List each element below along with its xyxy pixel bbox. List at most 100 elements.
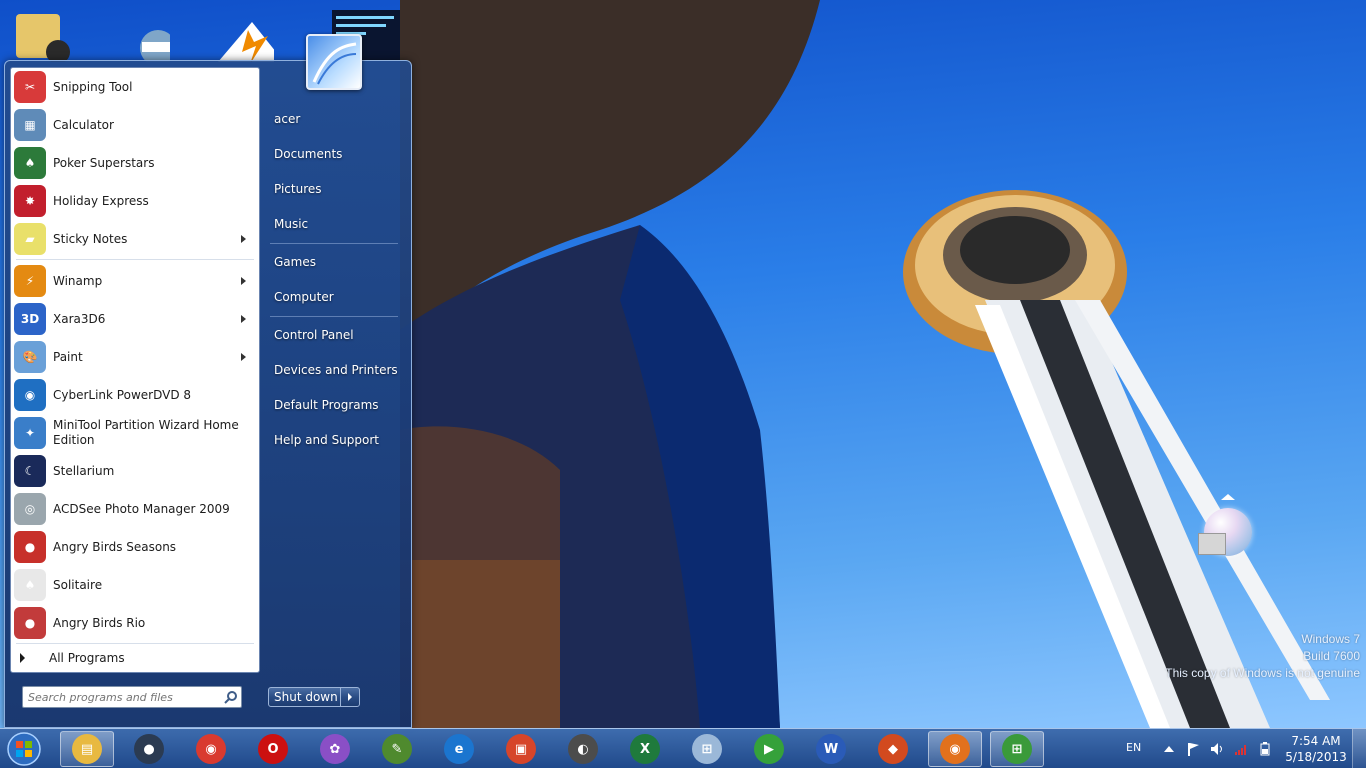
taskbar-button-windows-flag-app[interactable]: ⊞ <box>990 731 1044 767</box>
watermark-line-3: This copy of Windows is not genuine <box>1165 666 1360 680</box>
picasa-icon: ✿ <box>320 734 350 764</box>
taskbar-button-explorer[interactable]: ▤ <box>60 731 114 767</box>
poker-icon: ♠ <box>14 147 46 179</box>
taskbar-button-windows-tool[interactable]: ⊞ <box>680 731 734 767</box>
network-signal-icon[interactable] <box>1234 742 1248 756</box>
start-link-6[interactable]: Control Panel <box>266 321 400 349</box>
taskbar-button-pen-tool[interactable]: ✎ <box>370 731 424 767</box>
holiday-express-icon: ✸ <box>14 185 46 217</box>
start-button[interactable] <box>4 731 44 767</box>
program-item[interactable]: ✦ MiniTool Partition Wizard Home Edition <box>12 414 256 452</box>
search-icon[interactable] <box>221 688 241 706</box>
excel-icon: X <box>630 734 660 764</box>
taskbar-button-excel[interactable]: X <box>618 731 672 767</box>
program-label: Calculator <box>53 117 114 132</box>
show-desktop-button[interactable] <box>1352 729 1366 768</box>
scissors-icon: ✂ <box>14 71 46 103</box>
program-label: Angry Birds Seasons <box>53 539 177 554</box>
shutdown-options-button[interactable] <box>341 688 359 706</box>
desktop-icon-user-folder[interactable] <box>10 6 72 64</box>
taskbar-button-screen-recorder[interactable]: ▣ <box>494 731 548 767</box>
windows-tool-icon: ⊞ <box>692 734 722 764</box>
program-item[interactable]: ● Angry Birds Seasons <box>12 528 256 566</box>
submenu-arrow-icon[interactable] <box>241 353 246 361</box>
start-link-2[interactable]: Pictures <box>266 175 400 203</box>
user-picture-icon[interactable] <box>306 34 362 90</box>
program-item[interactable]: ▦ Calculator <box>12 106 256 144</box>
taskbar-button-chrome[interactable]: ◉ <box>184 731 238 767</box>
shutdown-control: Shut down <box>268 687 360 707</box>
volume-icon[interactable] <box>1210 742 1224 756</box>
start-link-3[interactable]: Music <box>266 210 400 238</box>
sticky-notes-icon: ▰ <box>14 223 46 255</box>
start-link-9[interactable]: Help and Support <box>266 426 400 454</box>
program-item[interactable]: ✂ Snipping Tool <box>12 68 256 106</box>
program-item[interactable]: ⚡ Winamp <box>12 262 256 300</box>
gadget-thumbnail[interactable] <box>1198 533 1226 555</box>
taskbar-button-opera[interactable]: O <box>246 731 300 767</box>
winamp-icon: ⚡ <box>14 265 46 297</box>
program-item[interactable]: ✸ Holiday Express <box>12 182 256 220</box>
submenu-arrow-icon[interactable] <box>241 315 246 323</box>
program-item[interactable]: ♠ Solitaire <box>12 566 256 604</box>
submenu-arrow-icon[interactable] <box>241 235 246 243</box>
taskbar-button-media[interactable]: ● <box>122 731 176 767</box>
calculator-icon: ▦ <box>14 109 46 141</box>
watermark-line-1: Windows 7 <box>1301 632 1360 646</box>
start-link-5[interactable]: Computer <box>266 283 400 311</box>
action-center-flag-icon[interactable] <box>1186 742 1200 756</box>
submenu-arrow-icon[interactable] <box>241 277 246 285</box>
taskbar-button-internet-explorer[interactable]: e <box>432 731 486 767</box>
start-link-8[interactable]: Default Programs <box>266 391 400 419</box>
firefox-icon: ◉ <box>940 734 970 764</box>
start-link-7[interactable]: Devices and Printers <box>266 356 400 384</box>
taskbar-button-picasa[interactable]: ✿ <box>308 731 362 767</box>
windows-watermark: Windows 7 Build 7600 This copy of Window… <box>1165 631 1360 682</box>
taskbar-button-word[interactable]: W <box>804 731 858 767</box>
taskbar-button-firefox[interactable]: ◉ <box>928 731 982 767</box>
pen-tool-icon: ✎ <box>382 734 412 764</box>
taskbar-button-flame-app[interactable]: ◆ <box>866 731 920 767</box>
program-item[interactable]: ♠ Poker Superstars <box>12 144 256 182</box>
start-link-4[interactable]: Games <box>266 248 400 276</box>
all-programs-button[interactable]: All Programs <box>12 647 256 669</box>
program-item[interactable]: ◎ ACDSee Photo Manager 2009 <box>12 490 256 528</box>
taskbar-button-green-app[interactable]: ▶ <box>742 731 796 767</box>
desktop-icon-winamp[interactable] <box>212 6 284 64</box>
desktop-icon-nsis[interactable] <box>108 6 176 66</box>
program-label: ACDSee Photo Manager 2009 <box>53 501 230 516</box>
start-search-box[interactable] <box>22 686 242 708</box>
program-item[interactable]: ☾ Stellarium <box>12 452 256 490</box>
shutdown-button[interactable]: Shut down <box>269 688 341 706</box>
clock-time: 7:54 AM <box>1291 734 1341 748</box>
program-item[interactable]: ● Angry Birds Rio <box>12 604 256 642</box>
taskbar-button-sync[interactable]: ◐ <box>556 731 610 767</box>
all-programs-label: All Programs <box>49 650 125 665</box>
program-item[interactable]: ▰ Sticky Notes <box>12 220 256 258</box>
show-hidden-icons-icon[interactable] <box>1162 742 1176 756</box>
partition-wizard-icon: ✦ <box>14 417 46 449</box>
programs-separator <box>16 259 254 260</box>
start-right-separator <box>270 243 398 244</box>
word-icon: W <box>816 734 846 764</box>
media-orb-icon: ● <box>134 734 164 764</box>
language-indicator[interactable]: EN <box>1126 741 1141 754</box>
taskbar: ▤ ● ◉ O ✿ ✎ e ▣ ◐ X ⊞ ▶ W ◆ ◉ ⊞ EN 7:54 AM 5/18/2013 <box>0 728 1366 768</box>
search-input[interactable] <box>28 688 221 706</box>
folder-icon: ▤ <box>72 734 102 764</box>
flame-app-icon: ◆ <box>878 734 908 764</box>
start-link-1[interactable]: Documents <box>266 140 400 168</box>
gadget-collapse-icon[interactable] <box>1221 494 1235 500</box>
program-label: Angry Birds Rio <box>53 615 146 630</box>
battery-icon[interactable] <box>1258 742 1272 756</box>
program-item[interactable]: 🎨 Paint <box>12 338 256 376</box>
clock[interactable]: 7:54 AM 5/18/2013 <box>1284 733 1348 765</box>
program-label: Xara3D6 <box>53 311 106 326</box>
program-label: Snipping Tool <box>53 79 133 94</box>
program-item[interactable]: 3D Xara3D6 <box>12 300 256 338</box>
program-item[interactable]: ◉ CyberLink PowerDVD 8 <box>12 376 256 414</box>
chrome-icon: ◉ <box>196 734 226 764</box>
start-link-0[interactable]: acer <box>266 105 400 133</box>
green-app-icon: ▶ <box>754 734 784 764</box>
chevron-right-icon <box>20 653 25 663</box>
